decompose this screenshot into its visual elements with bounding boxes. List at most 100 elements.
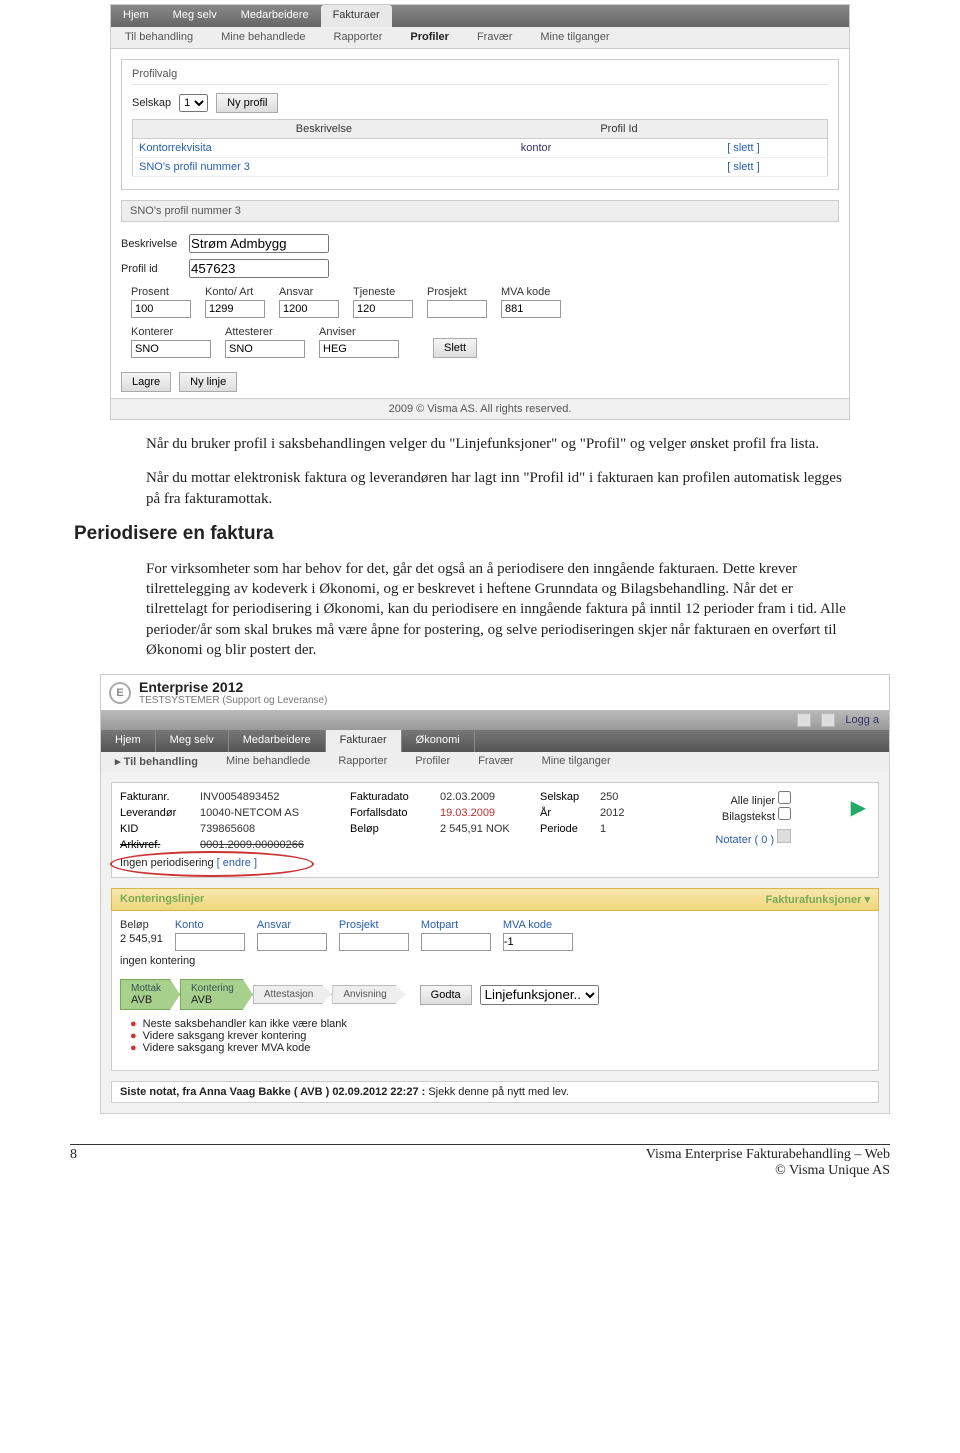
faktura-kv: Fakturanr. INV0054893452 Fakturadato 02.… <box>120 791 660 851</box>
field-prosjekt: Prosjekt <box>427 286 487 318</box>
main-tab-hjem[interactable]: Hjem <box>111 5 161 27</box>
field-input[interactable] <box>353 300 413 318</box>
profile-name-cell[interactable]: Kontorrekvisita <box>133 139 515 158</box>
field-mvakode: MVA kode <box>501 286 561 318</box>
field-input[interactable] <box>501 300 561 318</box>
workflow-steps: MottakAVBKonteringAVBAttestasjonAnvisnin… <box>120 979 870 1010</box>
subtab2[interactable]: Mine tilganger <box>528 752 625 772</box>
field-attesterer: Attesterer <box>225 326 305 358</box>
field-input[interactable] <box>257 933 327 951</box>
alle-linjer-checkbox[interactable] <box>778 791 791 804</box>
selskap-label: Selskap <box>132 97 171 109</box>
ny-profil-button[interactable]: Ny profil <box>216 93 278 113</box>
main-tab2[interactable]: Økonomi <box>402 730 475 752</box>
main-tab2[interactable]: Meg selv <box>156 730 229 752</box>
last-note: Siste notat, fra Anna Vaag Bakke ( AVB )… <box>111 1081 879 1103</box>
main-tab2[interactable]: Medarbeidere <box>229 730 326 752</box>
subtab[interactable]: Rapporter <box>320 27 397 48</box>
field-anviser: Anviser <box>319 326 399 358</box>
lbl-arkivref: Arkivref. <box>120 839 190 851</box>
field-input[interactable] <box>131 340 211 358</box>
field-input[interactable] <box>503 933 573 951</box>
slett-link[interactable]: [ slett ] <box>723 139 827 158</box>
document-icon[interactable] <box>777 829 791 843</box>
profilid-input[interactable] <box>189 259 329 278</box>
lbl-belop: Beløp <box>350 823 430 835</box>
profile-table: Beskrivelse Profil Id Kontorrekvisitakon… <box>132 119 828 177</box>
beskrivelse-input[interactable] <box>189 234 329 253</box>
footer-line2: © Visma Unique AS <box>646 1163 890 1179</box>
subtab2[interactable]: ▸ Til behandling <box>101 752 212 772</box>
fakturafunksjoner-toggle[interactable]: Fakturafunksjoner ▾ <box>765 893 870 906</box>
field-label: MVA kode <box>501 286 561 298</box>
field-konterer: Konterer <box>131 326 211 358</box>
brand-title: Enterprise 2012 <box>139 679 327 695</box>
brand-bar: E Enterprise 2012 TESTSYSTEMER (Support … <box>101 675 889 710</box>
main-tab2[interactable]: Hjem <box>101 730 156 752</box>
gear-icon[interactable] <box>797 713 811 727</box>
kont-field: Prosjekt <box>339 919 409 951</box>
periodisering-line: Ingen periodisering [ endre ] <box>120 857 870 869</box>
notater-link[interactable]: Notater ( 0 ) <box>715 834 774 846</box>
field-input[interactable] <box>319 340 399 358</box>
field-label: Ansvar <box>257 919 327 931</box>
subtab[interactable]: Fravær <box>463 27 526 48</box>
lbl-ar: År <box>540 807 590 819</box>
nylinje-button[interactable]: Ny linje <box>179 372 237 392</box>
subtab[interactable]: Profiler <box>396 27 463 48</box>
lbl-allelinjer: Alle linjer <box>730 795 775 807</box>
field-input[interactable] <box>131 300 191 318</box>
lagre-button[interactable]: Lagre <box>121 372 171 392</box>
main-tab2[interactable]: Fakturaer <box>326 730 402 752</box>
main-tab-fakturaer[interactable]: Fakturaer <box>321 5 392 27</box>
subtab[interactable]: Mine behandlede <box>207 27 319 48</box>
linjefunksjoner-select[interactable]: Linjefunksjoner.. <box>480 985 599 1005</box>
workflow-step: Anvisning <box>332 985 405 1004</box>
subtab[interactable]: Til behandling <box>111 27 207 48</box>
field-label: MVA kode <box>503 919 573 931</box>
field-label: Konto <box>175 919 245 931</box>
subtab2[interactable]: Fravær <box>464 752 527 772</box>
kont-field: Ansvar <box>257 919 327 951</box>
field-input[interactable] <box>339 933 409 951</box>
field-input[interactable] <box>225 340 305 358</box>
profile-id-cell <box>515 158 724 177</box>
slett-button[interactable]: Slett <box>433 338 477 358</box>
right-options: Alle linjer Bilagstekst Notater ( 0 ) <box>715 791 791 851</box>
field-input[interactable] <box>427 300 487 318</box>
val-forfallsdato: 19.03.2009 <box>440 807 530 819</box>
selskap-select[interactable]: 1 <box>179 94 208 112</box>
field-label: Anviser <box>319 326 399 338</box>
slett-link[interactable]: [ slett ] <box>723 158 827 177</box>
lbl-bilagstekst: Bilagstekst <box>722 811 775 823</box>
logg-link[interactable]: Logg a <box>845 714 879 726</box>
field-prosent: Prosent <box>131 286 191 318</box>
subtab2[interactable]: Profiler <box>401 752 464 772</box>
field-input[interactable] <box>175 933 245 951</box>
profile-id-cell: kontor <box>515 139 724 158</box>
error-item: Videre saksgang krever kontering <box>130 1030 860 1042</box>
godta-button[interactable]: Godta <box>420 985 472 1005</box>
field-input[interactable] <box>279 300 339 318</box>
main-tab-meg selv[interactable]: Meg selv <box>161 5 229 27</box>
field-label: Tjeneste <box>353 286 413 298</box>
field-input[interactable] <box>421 933 491 951</box>
subtab2[interactable]: Mine behandlede <box>212 752 324 772</box>
bilagstekst-checkbox[interactable] <box>778 807 791 820</box>
brand-subtitle: TESTSYSTEMER (Support og Leveranse) <box>139 695 327 706</box>
play-icon[interactable]: ▶ <box>851 797 866 819</box>
endre-link[interactable]: [ endre ] <box>217 857 257 869</box>
note-heading: Siste notat, fra Anna Vaag Bakke ( AVB )… <box>120 1086 425 1098</box>
user-icon[interactable] <box>821 713 835 727</box>
val-periode: 1 <box>600 823 650 835</box>
profile-name-cell[interactable]: SNO's profil nummer 3 <box>133 158 515 177</box>
periodisering-text: Ingen periodisering <box>120 857 214 869</box>
profile-detail: Beskrivelse Profil id ProsentKonto/ ArtA… <box>121 234 839 392</box>
chevron-down-icon: ▾ <box>864 894 870 906</box>
field-input[interactable] <box>205 300 265 318</box>
subtab[interactable]: Mine tilganger <box>526 27 623 48</box>
main-tab-medarbeidere[interactable]: Medarbeidere <box>229 5 321 27</box>
ingen-kontering: ingen kontering <box>120 955 870 967</box>
subtab2[interactable]: Rapporter <box>324 752 401 772</box>
toolbar: Logg a <box>101 710 889 730</box>
